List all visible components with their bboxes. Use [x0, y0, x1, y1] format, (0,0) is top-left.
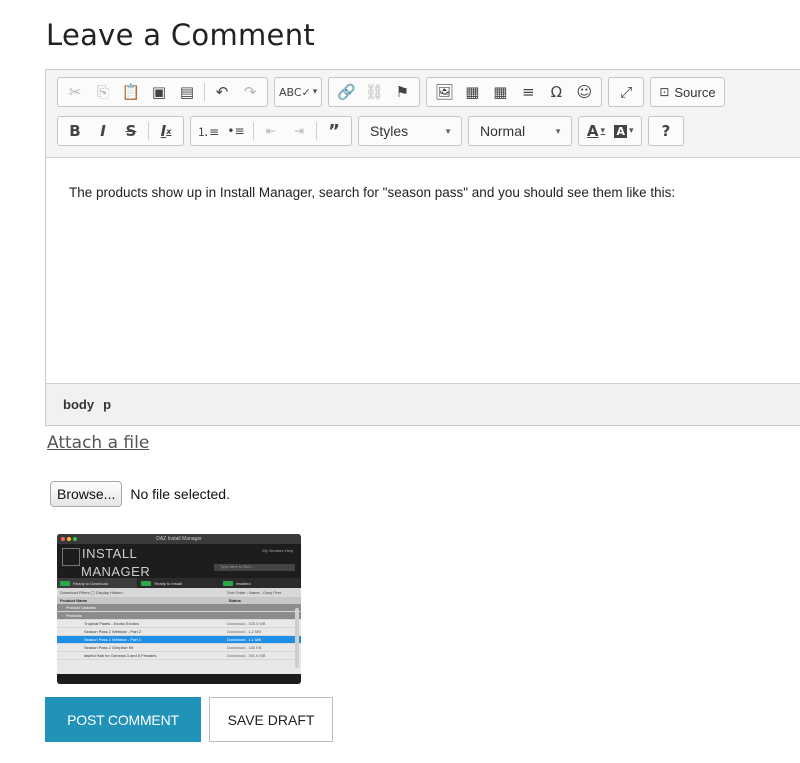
paste-text-icon[interactable]: ▣: [146, 79, 172, 105]
thumb-row: Season Pass 2 Webinar - Part 2 Download -…: [57, 628, 301, 636]
strikethrough-icon[interactable]: S: [118, 118, 144, 144]
toolbar-separator: [316, 122, 317, 140]
basic-styles-group: B I S Ix: [57, 116, 184, 146]
cut-icon[interactable]: ✂: [62, 79, 88, 105]
text-color-icon[interactable]: A ▾: [583, 118, 609, 144]
thumb-row: Products: [57, 612, 301, 620]
path-p[interactable]: p: [103, 397, 111, 412]
chevron-down-icon: ▼: [554, 126, 562, 136]
editor-toolbar: ✂ ⎘ 📋 ▣ ▤ ↶ ↷ ABC✓ ▾ 🔗 ⛓ ⚑ 🖼 ▦ ▦ ≡ Ω ☺ ⤢…: [46, 70, 800, 158]
thumb-tab: Ready to Download: [57, 578, 139, 588]
copy-icon[interactable]: ⎘: [90, 79, 116, 105]
toolbar-row-1: ✂ ⎘ 📋 ▣ ▤ ↶ ↷ ABC✓ ▾ 🔗 ⛓ ⚑ 🖼 ▦ ▦ ≡ Ω ☺ ⤢…: [57, 77, 731, 107]
list-group: ⒈≡ •≡ ⇤ ⇥ ”: [190, 116, 352, 146]
insert-group: 🖼 ▦ ▦ ≡ Ω ☺: [426, 77, 603, 107]
outdent-icon[interactable]: ⇤: [258, 118, 284, 144]
format-dropdown[interactable]: Normal ▼: [468, 116, 572, 146]
background-color-icon[interactable]: A ▾: [611, 118, 637, 144]
thumb-titlebar: DAZ Install Manager: [57, 534, 301, 544]
paste-word-icon[interactable]: ▤: [174, 79, 200, 105]
anchor-flag-icon[interactable]: ⚑: [389, 79, 415, 105]
toolbar-separator: [204, 83, 205, 101]
source-label: Source: [674, 84, 716, 100]
thumb-row: Product Updates: [57, 604, 301, 612]
toolbar-row-2: B I S Ix ⒈≡ •≡ ⇤ ⇥ ” Styles ▼ Normal ▼ A…: [57, 116, 690, 146]
thumb-window-title: DAZ Install Manager: [156, 536, 202, 542]
toolbar-separator: [253, 122, 254, 140]
window-controls: [61, 537, 79, 541]
thumb-tabs: Ready to Download Ready to Install Insta…: [57, 578, 301, 588]
thumb-filter-bar: Download Filters ▢ Display Hidden Sort O…: [57, 588, 301, 597]
special-char-icon[interactable]: Ω: [543, 79, 569, 105]
thumb-header: INSTALL MANAGER My Vendors Help Type her…: [57, 544, 301, 578]
styles-dropdown[interactable]: Styles ▼: [358, 116, 462, 146]
editor-content[interactable]: The products show up in Install Manager,…: [46, 158, 800, 383]
thumb-column-header: Product Name Status: [57, 597, 301, 604]
table-icon[interactable]: ▦: [487, 79, 513, 105]
editor-path-bar: body p: [46, 383, 800, 425]
embed-icon[interactable]: ▦: [459, 79, 485, 105]
bold-icon[interactable]: B: [62, 118, 88, 144]
italic-icon[interactable]: I: [90, 118, 116, 144]
remove-format-icon[interactable]: Ix: [153, 118, 179, 144]
redo-icon[interactable]: ↷: [237, 79, 263, 105]
thumb-rows: Product Updates Products Tropical Plants -…: [57, 604, 301, 660]
file-input: Browse... No file selected.: [50, 481, 230, 507]
browse-button[interactable]: Browse...: [50, 481, 123, 507]
maximize-group: ⤢: [608, 77, 645, 107]
thumb-row: Season Pass 2 Gimplive Kit Download - 156…: [57, 644, 301, 652]
clipboard-group: ✂ ⎘ 📋 ▣ ▤ ↶ ↷: [57, 77, 268, 107]
rich-text-editor: ✂ ⎘ 📋 ▣ ▤ ↶ ↷ ABC✓ ▾ 🔗 ⛓ ⚑ 🖼 ▦ ▦ ≡ Ω ☺ ⤢…: [45, 69, 800, 426]
bulleted-list-icon[interactable]: •≡: [223, 118, 249, 144]
thumb-row: lashful Hair for Genesis 3 and 8 Females…: [57, 652, 301, 660]
maximize-icon[interactable]: ⤢: [613, 79, 639, 105]
horizontal-line-icon[interactable]: ≡: [515, 79, 541, 105]
editor-paragraph[interactable]: The products show up in Install Manager,…: [69, 185, 800, 200]
link-group: 🔗 ⛓ ⚑: [328, 77, 421, 107]
thumb-tab: Ready to Install: [138, 578, 220, 588]
attach-file-link[interactable]: Attach a file: [47, 433, 149, 453]
paste-icon[interactable]: 📋: [118, 79, 144, 105]
color-group: A ▾ A ▾: [578, 116, 642, 146]
post-comment-button[interactable]: POST COMMENT: [45, 697, 201, 742]
indent-icon[interactable]: ⇥: [286, 118, 312, 144]
spellcheck-group: ABC✓ ▾: [274, 77, 323, 107]
smiley-icon[interactable]: ☺: [571, 79, 597, 105]
toolbar-separator: [148, 122, 149, 140]
blockquote-icon[interactable]: ”: [321, 118, 347, 144]
path-body[interactable]: body: [63, 397, 94, 412]
undo-icon[interactable]: ↶: [209, 79, 235, 105]
file-status: No file selected.: [130, 486, 230, 502]
thumb-search: Type here to filter...: [214, 564, 295, 571]
chevron-down-icon: ▼: [444, 126, 452, 136]
unlink-icon[interactable]: ⛓: [361, 79, 387, 105]
thumb-nav: My Vendors Help: [262, 548, 293, 553]
help-icon[interactable]: ?: [653, 118, 679, 144]
numbered-list-icon[interactable]: ⒈≡: [195, 118, 221, 144]
source-group: ⊡ Source: [650, 77, 725, 107]
thumb-scrollbar: [295, 608, 299, 668]
thumb-tab: Installed: [220, 578, 301, 588]
page-title: Leave a Comment: [46, 18, 316, 52]
styles-label: Styles: [370, 123, 409, 139]
thumb-logo: INSTALL MANAGER: [62, 547, 150, 578]
thumb-row: Tropical Plants - Exotic Exotics Download…: [57, 620, 301, 628]
source-button[interactable]: ⊡ Source: [655, 79, 719, 105]
thumb-body: Download Filters ▢ Display Hidden Sort O…: [57, 588, 301, 674]
link-icon[interactable]: 🔗: [333, 79, 359, 105]
spellcheck-icon[interactable]: ABC✓ ▾: [279, 79, 317, 105]
thumb-row: Season Pass 2 Webinar - Part 1 Download -…: [57, 636, 301, 644]
save-draft-button[interactable]: SAVE DRAFT: [209, 697, 333, 742]
help-group: ?: [648, 116, 684, 146]
format-label: Normal: [480, 123, 526, 139]
source-icon: ⊡: [659, 85, 670, 99]
attachment-thumbnail[interactable]: DAZ Install Manager INSTALL MANAGER My V…: [57, 534, 301, 684]
image-icon[interactable]: 🖼: [431, 79, 457, 105]
